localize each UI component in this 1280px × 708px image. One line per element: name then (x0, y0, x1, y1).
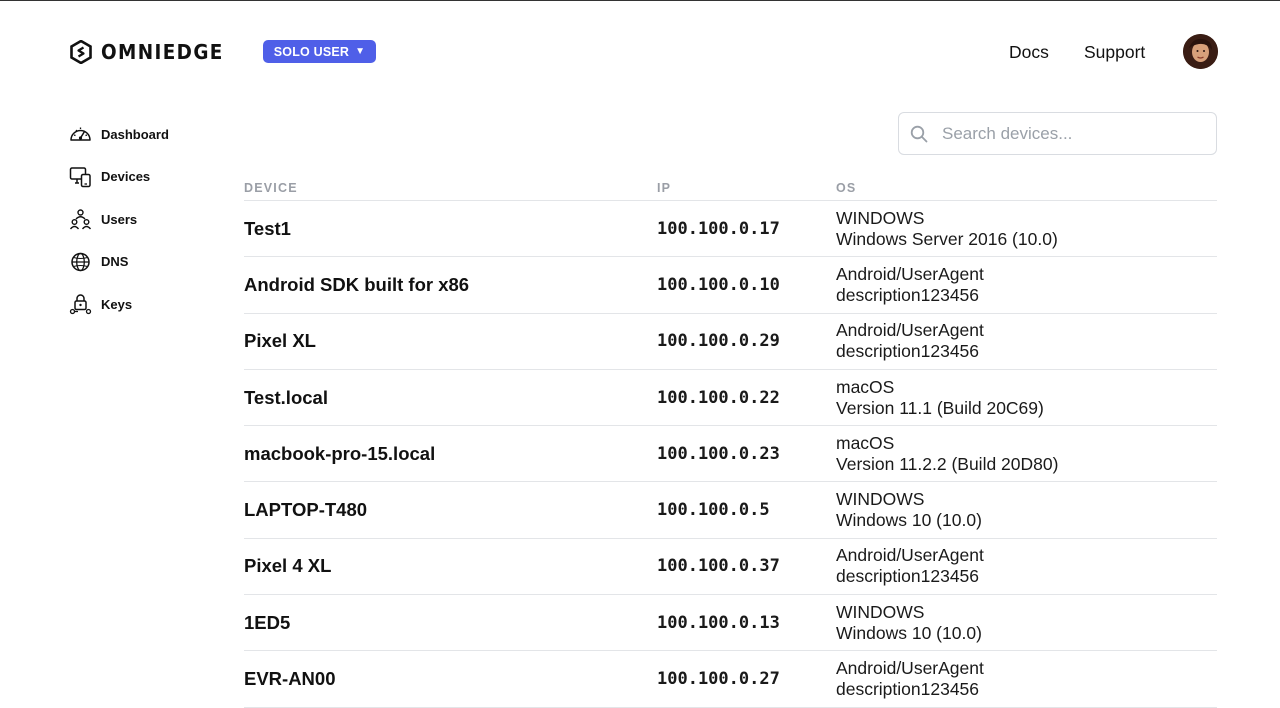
device-ip: 100.100.0.5 (657, 500, 770, 521)
search-input[interactable] (942, 123, 1202, 144)
keys-icon (69, 294, 92, 315)
device-os: macOS Version 11.2.2 (Build 20D80) (836, 433, 1217, 475)
device-name: Pixel XL (244, 330, 316, 352)
os-name: Android/UserAgent (836, 320, 984, 341)
device-os: Android/UserAgent description123456 (836, 658, 1217, 700)
device-ip: 100.100.0.10 (657, 274, 780, 295)
sidebar-item-label: DNS (101, 254, 129, 269)
omniedge-logo-icon (70, 40, 92, 64)
table-row[interactable]: Test1 100.100.0.17 WINDOWS Windows Serve… (244, 201, 1217, 258)
table-row[interactable]: LAPTOP-T480 100.100.0.5 WINDOWS Windows … (244, 482, 1217, 539)
os-name: macOS (836, 376, 895, 397)
table-row[interactable]: macbook-pro-15.local 100.100.0.23 macOS … (244, 426, 1217, 483)
docs-link[interactable]: Docs (1009, 42, 1049, 63)
device-name: Test.local (244, 386, 328, 408)
device-name: LAPTOP-T480 (244, 499, 368, 521)
os-name: WINDOWS (836, 489, 925, 510)
device-ip: 100.100.0.27 (657, 669, 780, 690)
dashboard-icon (70, 127, 91, 141)
device-os: macOS Version 11.1 (Build 20C69) (836, 377, 1217, 419)
device-ip: 100.100.0.13 (657, 612, 780, 633)
globe-icon (71, 252, 90, 271)
sidebar-item-dns[interactable]: DNS (69, 250, 219, 274)
table-row[interactable]: Pixel 4 XL 100.100.0.37 Android/UserAgen… (244, 539, 1217, 596)
device-ip: 100.100.0.23 (657, 443, 780, 464)
column-header-os: OS (836, 180, 857, 195)
os-detail: description123456 (836, 341, 980, 362)
device-os: WINDOWS Windows 10 (10.0) (836, 489, 1217, 531)
device-os: Android/UserAgent description123456 (836, 320, 1217, 362)
device-name: Pixel 4 XL (244, 555, 332, 577)
sidebar-item-keys[interactable]: Keys (69, 292, 219, 316)
search-box (898, 112, 1217, 155)
column-header-device: DEVICE (244, 180, 298, 195)
os-name: WINDOWS (836, 207, 925, 228)
os-detail: Windows Server 2016 (10.0) (836, 228, 1058, 249)
sidebar-item-label: Keys (101, 296, 133, 312)
device-ip: 100.100.0.17 (657, 218, 780, 239)
table-header: DEVICE IP OS (244, 175, 1217, 201)
table-row[interactable]: EVR-AN00 100.100.0.27 Android/UserAgent … (244, 651, 1217, 708)
devices-icon (69, 166, 91, 187)
os-name: WINDOWS (836, 601, 925, 622)
os-detail: description123456 (836, 679, 980, 700)
avatar[interactable] (1183, 34, 1218, 69)
plan-label: SOLO USER (273, 44, 350, 59)
device-ip: 100.100.0.37 (657, 556, 780, 577)
device-name: Android SDK built for x86 (244, 273, 470, 295)
os-detail: description123456 (836, 284, 980, 305)
sidebar-item-label: Devices (101, 169, 151, 184)
os-detail: Windows 10 (10.0) (836, 510, 982, 531)
os-detail: Windows 10 (10.0) (836, 622, 982, 643)
device-os: Android/UserAgent description123456 (836, 264, 1217, 306)
sidebar-item-devices[interactable]: Devices (69, 165, 219, 189)
os-detail: Version 11.1 (Build 20C69) (836, 397, 1044, 418)
device-os: WINDOWS Windows Server 2016 (10.0) (836, 208, 1217, 250)
sidebar-item-dashboard[interactable]: Dashboard (69, 122, 219, 146)
logo[interactable]: OMNIEDGE (70, 40, 234, 64)
plan-dropdown-button[interactable]: SOLO USER ▼ (263, 40, 376, 63)
caret-down-icon: ▼ (355, 45, 366, 57)
sidebar-item-users[interactable]: Users (69, 207, 219, 231)
os-detail: Version 11.2.2 (Build 20D80) (836, 453, 1059, 474)
device-ip: 100.100.0.22 (657, 387, 780, 408)
search-icon (910, 125, 928, 142)
devices-table: DEVICE IP OS Test1 100.100.0.17 WINDOWS … (244, 175, 1217, 708)
device-ip: 100.100.0.29 (657, 331, 780, 352)
table-row[interactable]: Android SDK built for x86 100.100.0.10 A… (244, 257, 1217, 314)
os-name: Android/UserAgent (836, 263, 984, 284)
support-link[interactable]: Support (1084, 42, 1145, 63)
table-row[interactable]: Test.local 100.100.0.22 macOS Version 11… (244, 370, 1217, 427)
os-name: Android/UserAgent (836, 658, 984, 679)
device-name: Test1 (244, 217, 291, 239)
device-name: 1ED5 (244, 611, 291, 633)
os-name: Android/UserAgent (836, 545, 984, 566)
device-name: macbook-pro-15.local (244, 442, 436, 464)
device-os: WINDOWS Windows 10 (10.0) (836, 602, 1217, 644)
device-os: Android/UserAgent description123456 (836, 545, 1217, 587)
users-icon (69, 209, 92, 230)
table-row[interactable]: 1ED5 100.100.0.13 WINDOWS Windows 10 (10… (244, 595, 1217, 652)
column-header-ip: IP (657, 180, 672, 195)
device-name: EVR-AN00 (244, 668, 336, 690)
table-row[interactable]: Pixel XL 100.100.0.29 Android/UserAgent … (244, 314, 1217, 370)
sidebar: Dashboard Devices Users DNS Keys (69, 122, 219, 335)
os-detail: description123456 (836, 566, 980, 587)
os-name: macOS (836, 432, 895, 453)
sidebar-item-label: Dashboard (101, 126, 169, 142)
logo-text: OMNIEDGE (101, 40, 224, 64)
sidebar-item-label: Users (101, 211, 138, 227)
avatar-photo-icon (1183, 34, 1218, 69)
